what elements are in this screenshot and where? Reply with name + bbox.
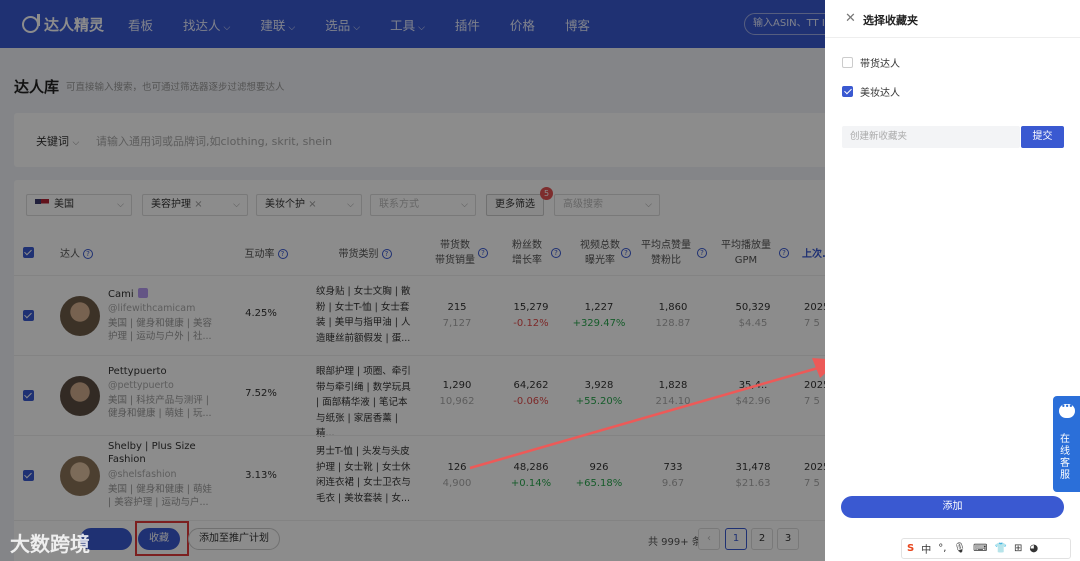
chat-icon	[1059, 402, 1075, 418]
close-icon[interactable]: ✕	[845, 12, 856, 25]
grid-icon[interactable]: ⊞	[1014, 543, 1022, 554]
submit-button[interactable]: 提交	[1021, 126, 1064, 148]
ime-language[interactable]: 中	[921, 541, 931, 556]
keyboard-icon[interactable]: ⌨	[973, 543, 987, 554]
favorites-drawer: ✕ 选择收藏夹 带货达人 美妆达人 创建新收藏夹 提交 添加	[825, 0, 1080, 561]
ime-toolbar: S 中 °, 🎙 ⌨ 👕 ⊞ ◕	[901, 538, 1071, 559]
drawer-header: ✕ 选择收藏夹	[825, 0, 1080, 38]
customer-service-label: 在线客服	[1060, 434, 1070, 481]
customer-service-tab[interactable]: 在线客服	[1053, 396, 1080, 492]
drawer-title: 选择收藏夹	[863, 14, 918, 27]
folder-label: 美妆达人	[860, 87, 900, 99]
mascot-icon[interactable]: ◕	[1029, 543, 1038, 554]
folder-option-beauty[interactable]: 美妆达人	[842, 84, 900, 99]
folder-checkbox[interactable]	[842, 85, 853, 97]
watermark: 大数跨境	[10, 532, 90, 556]
add-button[interactable]: 添加	[841, 496, 1064, 518]
folder-label: 带货达人	[860, 58, 900, 70]
folder-checkbox[interactable]	[842, 56, 853, 68]
new-folder-input[interactable]: 创建新收藏夹	[842, 126, 1020, 148]
folder-option-sales[interactable]: 带货达人	[842, 55, 900, 70]
microphone-icon[interactable]: 🎙	[953, 543, 966, 554]
punctuation-icon[interactable]: °,	[938, 543, 946, 554]
sogou-logo-icon[interactable]: S	[907, 543, 914, 554]
skin-icon[interactable]: 👕	[995, 543, 1007, 554]
